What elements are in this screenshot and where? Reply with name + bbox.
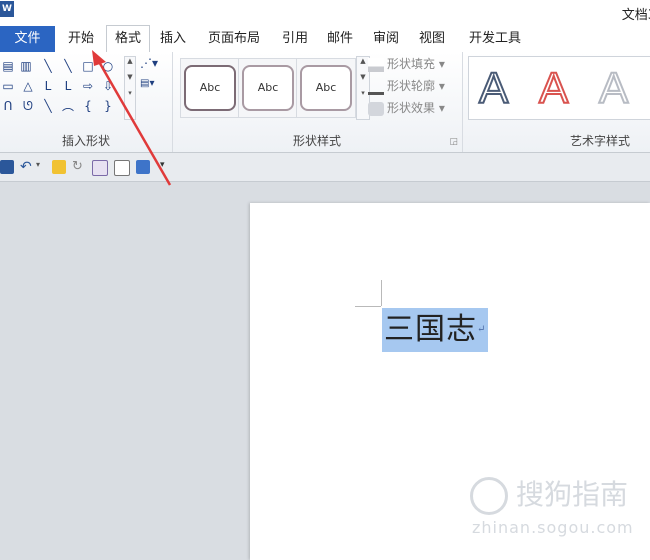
insert-shapes-label: 插入形状 [61, 134, 110, 148]
text-box-button-icon[interactable]: ▤▾ [140, 78, 168, 94]
insert-shapes-group: ▤ ▥ ╲ ╲ □ ○ ▭ △ ᒪ ᒪ ⇨ ⇩ ᑎ ᘎ ╲ ︵ { } ▲ ▼ ▾ … [0, 52, 173, 152]
shape-textbox-icon[interactable]: ▤ [0, 58, 16, 74]
tab-developer[interactable]: 开发工具 [460, 26, 530, 52]
tab-page-layout[interactable]: 页面布局 [199, 26, 269, 52]
tab-file[interactable]: 文件 [0, 26, 55, 52]
undo-icon[interactable]: ↶ [20, 160, 34, 174]
shape-style-preset-1[interactable]: Abc [180, 58, 240, 118]
wordart-style-3[interactable]: A [598, 63, 629, 115]
shape-effects-icon [368, 101, 384, 116]
shape-right-arrow-icon[interactable]: ⇨ [80, 78, 96, 94]
paragraph-mark: ↵ [477, 324, 487, 335]
edit-shape-icon[interactable]: ⋰▾ [140, 56, 166, 74]
title-bar: W 文档3 [0, 0, 650, 26]
tab-review[interactable]: 审阅 [366, 26, 406, 52]
tab-mailings[interactable]: 邮件 [320, 26, 360, 52]
shape-effects-button[interactable]: 形状效果 ▾ [368, 98, 445, 118]
wordart-style-1[interactable]: A [478, 63, 509, 115]
ribbon-tabs: 文件 开始 格式 插入 页面布局 引用 邮件 审阅 视图 开发工具 [0, 25, 650, 53]
tab-home[interactable]: 开始 [60, 26, 102, 52]
wordart-gallery[interactable]: A A A [468, 56, 650, 120]
open-folder-icon[interactable] [52, 160, 66, 174]
save-icon[interactable] [0, 160, 14, 174]
document-title: 文档3 [621, 8, 650, 23]
watermark-logo: 搜狗指南 [470, 473, 628, 515]
shape-rounded-rect-icon[interactable]: ▭ [0, 78, 16, 94]
shape-arc-icon[interactable]: ︵ [60, 98, 76, 114]
shape-fill-label: 形状填充 [387, 57, 436, 71]
tab-view[interactable]: 视图 [412, 26, 452, 52]
shape-elbow-arrow-icon[interactable]: ᒪ [60, 78, 76, 94]
shape-fill-button[interactable]: 形状填充 ▾ [368, 54, 445, 74]
tab-references[interactable]: 引用 [275, 26, 315, 52]
shape-triangle-icon[interactable]: △ [20, 78, 36, 94]
shape-elbow-connector-icon[interactable]: ᒪ [40, 78, 56, 94]
shapes-gallery[interactable]: ▤ ▥ ╲ ╲ □ ○ ▭ △ ᒪ ᒪ ⇨ ⇩ ᑎ ᘎ ╲ ︵ { } [0, 58, 124, 116]
ribbon: ▤ ▥ ╲ ╲ □ ○ ▭ △ ᒪ ᒪ ⇨ ⇩ ᑎ ᘎ ╲ ︵ { } ▲ ▼ ▾ … [0, 52, 650, 153]
watermark-text: 搜狗指南 [516, 478, 629, 511]
edit-document-icon[interactable] [92, 160, 108, 176]
undo-dropdown-icon[interactable]: ▾ [36, 160, 42, 174]
wordart-styles-group: A A A 艺术字样式 [462, 52, 650, 152]
shape-oval-icon[interactable]: ○ [100, 58, 116, 74]
shape-right-brace-icon[interactable]: } [100, 98, 116, 114]
selected-text-content: 三国志 [384, 312, 477, 347]
shape-vertical-textbox-icon[interactable]: ▥ [18, 58, 34, 74]
shape-style-sample-2: Abc [242, 65, 294, 111]
document-page[interactable]: 三国志↵ 搜狗指南 zhinan.sogou.com [250, 203, 650, 560]
watermark-url: zhinan.sogou.com [472, 518, 634, 537]
paint-bucket-icon [368, 57, 384, 72]
shape-line-icon[interactable]: ╲ [40, 58, 56, 74]
pen-outline-icon [368, 78, 384, 95]
shape-style-sample-3: Abc [300, 65, 352, 111]
shape-outline-label: 形状轮廓 [387, 79, 436, 93]
shape-scribble-icon[interactable]: ᘎ [20, 98, 36, 114]
shape-outline-button[interactable]: 形状轮廓 ▾ [368, 76, 445, 96]
shapes-gallery-scroll[interactable]: ▲ ▼ ▾ [124, 56, 136, 120]
shape-style-preset-2[interactable]: Abc [238, 58, 298, 118]
shape-effects-label: 形状效果 [387, 101, 436, 115]
shape-left-brace-icon[interactable]: { [80, 98, 96, 114]
tab-insert[interactable]: 插入 [153, 26, 193, 52]
margin-corner-mark [355, 306, 381, 307]
shape-freeform-icon[interactable]: ᑎ [0, 98, 16, 114]
tab-format[interactable]: 格式 [106, 25, 150, 53]
shape-styles-group: Abc Abc Abc ▲ ▼ ▾ 形状填充 ▾ 形状轮廓 ▾ 形状效果 ▾ ◲ 形… [172, 52, 463, 152]
shape-diagonal-icon[interactable]: ╲ [40, 98, 56, 114]
customize-qat-icon[interactable]: ▾ [160, 160, 174, 174]
word-app-icon[interactable]: W [0, 1, 14, 17]
shape-down-arrow-icon[interactable]: ⇩ [100, 78, 116, 94]
selected-text[interactable]: 三国志↵ [382, 308, 489, 352]
wordart-styles-label: 艺术字样式 [569, 134, 630, 148]
shape-style-preset-3[interactable]: Abc [296, 58, 356, 118]
shape-style-sample-1: Abc [184, 65, 236, 111]
shape-rectangle-icon[interactable]: □ [80, 58, 96, 74]
wordart-style-2[interactable]: A [538, 63, 569, 115]
new-document-icon[interactable] [114, 160, 130, 176]
print-preview-icon[interactable] [136, 160, 150, 174]
shape-arrow-line-icon[interactable]: ╲ [60, 58, 76, 74]
document-area: 三国志↵ 搜狗指南 zhinan.sogou.com [0, 182, 650, 560]
watermark-circle-icon [470, 477, 508, 515]
shape-styles-label: 形状样式 [292, 134, 341, 148]
margin-corner-mark-vertical [381, 280, 382, 306]
quick-access-toolbar: ↶ ▾ ↻ ▾ [0, 153, 650, 182]
redo-icon[interactable]: ↻ [72, 160, 86, 174]
